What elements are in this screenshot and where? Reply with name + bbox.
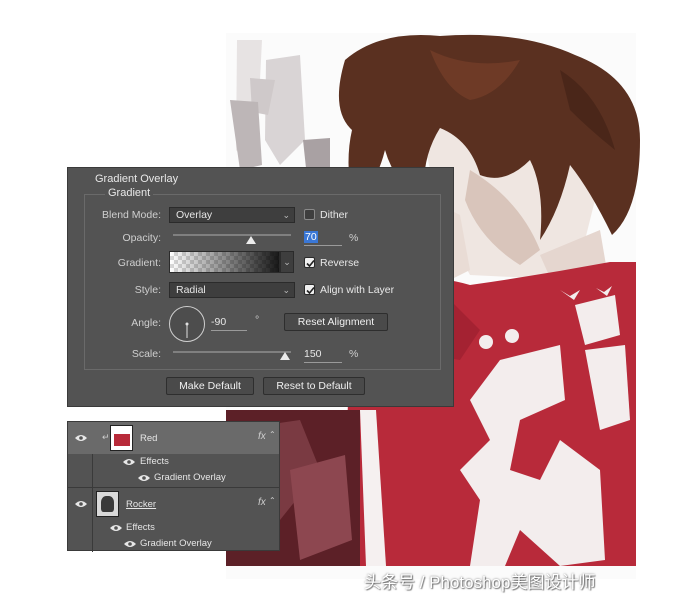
thumbnail-rocker-shape <box>101 496 114 512</box>
eye-icon[interactable] <box>75 434 87 442</box>
opacity-input[interactable]: 70 <box>304 231 318 243</box>
panel-title: Gradient Overlay <box>95 173 179 185</box>
eye-icon[interactable] <box>75 500 87 508</box>
angle-unit: ° <box>255 314 260 326</box>
eye-icon[interactable] <box>124 540 136 548</box>
eye-icon[interactable] <box>110 524 122 532</box>
style-label: Style: <box>134 284 161 296</box>
layer-name[interactable]: Red <box>140 433 157 444</box>
opacity-slider-track[interactable] <box>173 234 291 236</box>
layers-panel: ↵ Red fx ⌃ Effects Gradient Overlay Rock… <box>67 421 280 552</box>
style-value: Radial <box>176 284 206 296</box>
scale-input[interactable]: 150 <box>304 348 322 360</box>
opacity-label: Opacity: <box>122 232 161 244</box>
checkmark-icon <box>306 259 315 268</box>
effects-label: Effects <box>126 522 155 533</box>
effect-name: Gradient Overlay <box>154 472 226 483</box>
scale-input-underline <box>304 362 342 363</box>
reverse-label: Reverse <box>320 257 360 269</box>
scale-slider-track[interactable] <box>173 351 291 353</box>
angle-input[interactable]: -90 <box>211 316 226 328</box>
angle-needle-icon <box>185 322 189 338</box>
opacity-unit: % <box>349 232 359 244</box>
chevron-down-icon: ⌄ <box>282 210 290 220</box>
clip-indicator-icon: ↵ <box>102 432 110 442</box>
shirt-print <box>505 329 519 343</box>
fx-icon[interactable]: fx <box>258 431 266 442</box>
scale-slider-thumb[interactable] <box>280 352 290 360</box>
effect-item-row[interactable]: Gradient Overlay <box>68 470 279 486</box>
scale-label: Scale: <box>131 348 161 360</box>
thumbnail-red-shape <box>114 434 130 446</box>
effects-label: Effects <box>140 456 169 467</box>
eye-icon[interactable] <box>138 474 150 482</box>
scale-unit: % <box>349 348 359 360</box>
gradient-label: Gradient: <box>117 257 161 269</box>
layer-row-rocker[interactable]: Rocker fx ⌃ <box>68 488 279 520</box>
align-with-layer-label: Align with Layer <box>320 284 395 296</box>
watermark-text: 头条号 / Photoshop美图设计师 <box>364 573 596 592</box>
checkmark-icon <box>306 286 315 295</box>
effects-row[interactable]: Effects <box>68 454 279 470</box>
style-dropdown[interactable]: Radial ⌄ <box>169 282 295 298</box>
effects-row[interactable]: Effects <box>68 520 279 536</box>
chevron-down-icon: ⌄ <box>282 285 290 295</box>
gradient-overlay-panel: Gradient Overlay Gradient Blend Mode: Ov… <box>67 167 454 407</box>
gradient-swatch[interactable] <box>169 251 280 273</box>
chevron-up-icon[interactable]: ⌃ <box>269 496 276 505</box>
opacity-slider-thumb[interactable] <box>246 236 256 244</box>
gradient-picker-toggle[interactable]: ⌄ <box>280 251 294 273</box>
reset-to-default-button[interactable]: Reset to Default <box>263 377 365 395</box>
layer-thumbnail[interactable] <box>110 425 133 451</box>
blend-mode-dropdown[interactable]: Overlay ⌄ <box>169 207 295 223</box>
fx-icon[interactable]: fx <box>258 497 266 508</box>
angle-label: Angle: <box>131 317 161 329</box>
dither-checkbox[interactable] <box>304 209 315 220</box>
angle-input-underline <box>211 330 247 331</box>
effect-item-row[interactable]: Gradient Overlay <box>68 536 279 551</box>
group-title: Gradient <box>105 187 154 199</box>
make-default-button[interactable]: Make Default <box>166 377 254 395</box>
reverse-checkbox[interactable] <box>304 257 315 268</box>
reset-alignment-button[interactable]: Reset Alignment <box>284 313 388 331</box>
chevron-up-icon[interactable]: ⌃ <box>269 430 276 439</box>
blend-mode-value: Overlay <box>176 209 213 221</box>
eye-icon[interactable] <box>123 458 135 466</box>
chevron-down-icon: ⌄ <box>283 257 291 267</box>
layer-row-red[interactable]: ↵ Red fx ⌃ <box>68 422 279 454</box>
angle-dial[interactable] <box>169 306 205 342</box>
layer-name[interactable]: Rocker <box>126 499 156 510</box>
effect-name: Gradient Overlay <box>140 538 212 549</box>
opacity-input-underline <box>304 245 342 246</box>
shirt-print <box>479 335 493 349</box>
layer-thumbnail[interactable] <box>96 491 119 517</box>
blend-mode-label: Blend Mode: <box>102 209 161 221</box>
grunge-stroke <box>303 138 330 168</box>
dither-label: Dither <box>320 209 349 221</box>
align-with-layer-checkbox[interactable] <box>304 284 315 295</box>
